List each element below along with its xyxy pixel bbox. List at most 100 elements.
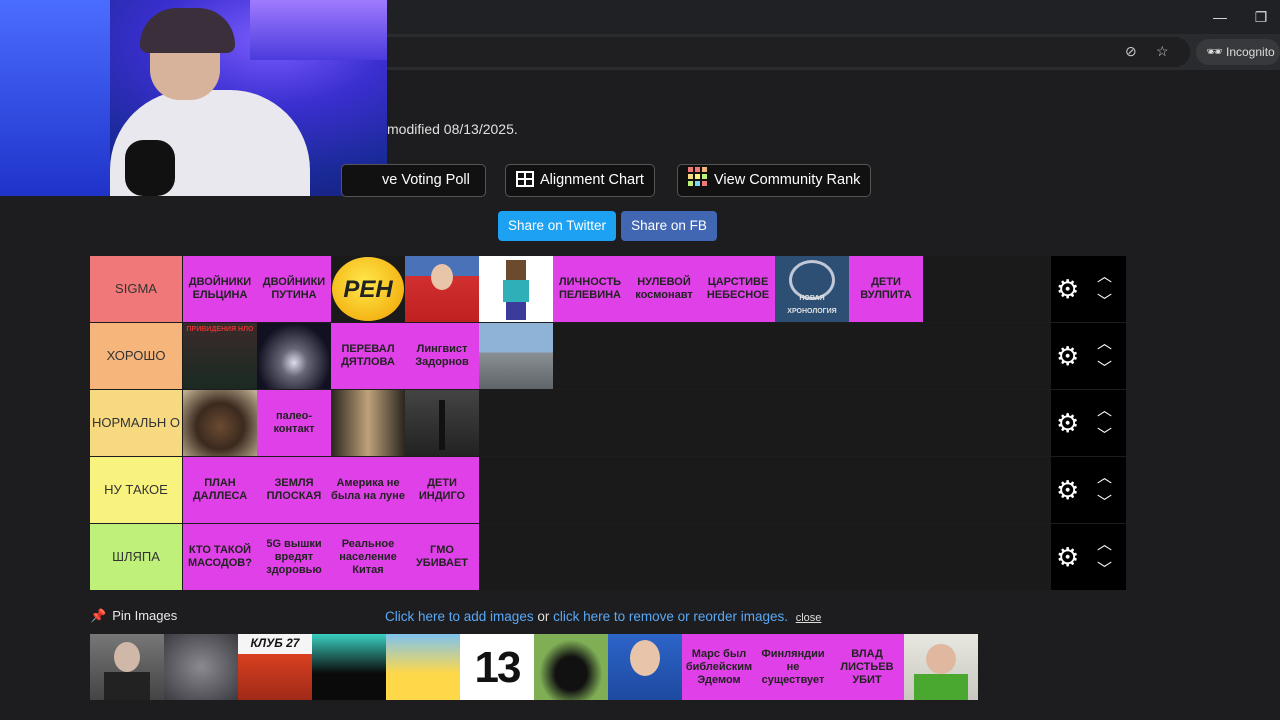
tier-item[interactable]: Америка не была на луне bbox=[331, 457, 405, 523]
tier-item[interactable]: КТО ТАКОЙ МАСОДОВ? bbox=[183, 524, 257, 590]
pin-images-label: Pin Images bbox=[112, 608, 178, 623]
pool-item[interactable]: Марс был библейским Эдемом bbox=[682, 634, 756, 700]
chevron-down-icon[interactable]: ﹀ bbox=[1097, 424, 1112, 445]
pool-item-men-in-black[interactable] bbox=[312, 634, 386, 700]
community-rank-button[interactable]: View Community Rank bbox=[677, 164, 872, 199]
chevron-up-icon[interactable]: ︿ bbox=[1097, 399, 1112, 420]
chernobyl-plant-image[interactable] bbox=[479, 323, 553, 389]
tier-items: палео-контакт bbox=[183, 390, 479, 456]
chevron-up-icon[interactable]: ︿ bbox=[1097, 466, 1112, 487]
tier-label[interactable]: ШЛЯПА bbox=[90, 524, 182, 590]
tier-label[interactable]: ХОРОШО bbox=[90, 323, 182, 389]
tier-item[interactable]: Лингвист Задорнов bbox=[405, 323, 479, 389]
werewolf-image[interactable] bbox=[183, 390, 257, 456]
tier-label[interactable]: НУ ТАКОЕ bbox=[90, 457, 182, 523]
modified-date: modified 08/13/2025. bbox=[387, 121, 518, 137]
tier-item[interactable]: ДЕТИ ИНДИГО bbox=[405, 457, 479, 523]
pool-item-alien-mummy[interactable] bbox=[164, 634, 238, 700]
chevron-up-icon[interactable]: ︿ bbox=[1097, 332, 1112, 353]
gear-icon[interactable]: ⚙ bbox=[1056, 343, 1079, 369]
chevron-down-icon[interactable]: ﹀ bbox=[1097, 558, 1112, 579]
pool-item-number-13[interactable]: 13 bbox=[460, 634, 534, 700]
pin-images-toggle[interactable]: 📌 Pin Images bbox=[90, 608, 177, 624]
tier-controls: ⚙ ︿ ﹀ bbox=[1051, 323, 1126, 389]
close-link[interactable]: close bbox=[796, 612, 822, 624]
chevron-down-icon[interactable]: ﹀ bbox=[1097, 290, 1112, 311]
pool-item[interactable]: ВЛАД ЛИСТЬЕВ УБИТ bbox=[830, 634, 904, 700]
voting-poll-button[interactable]: ve Voting Poll bbox=[341, 164, 486, 197]
pool-item-simpsons[interactable] bbox=[386, 634, 460, 700]
pool-item-man-green-jacket[interactable] bbox=[904, 634, 978, 700]
pool-links: Click here to add images or click here t… bbox=[385, 609, 821, 624]
incognito-label: Incognito bbox=[1226, 45, 1275, 59]
gear-icon[interactable]: ⚙ bbox=[1056, 276, 1079, 302]
tier-items: КТО ТАКОЙ МАСОДОВ? 5G вышки вредят здоро… bbox=[183, 524, 479, 590]
photo-man-red-jacket[interactable] bbox=[405, 256, 479, 322]
tier-items: ПРИВИДЕНИЯ НЛО ПЕРЕВАЛ ДЯТЛОВА Лингвист … bbox=[183, 323, 553, 389]
tier-item[interactable]: ПЛАН ДАЛЛЕСА bbox=[183, 457, 257, 523]
tier-item[interactable]: 5G вышки вредят здоровью bbox=[257, 524, 331, 590]
webcam-overlay bbox=[0, 0, 387, 196]
tier-row-shlyapa: ШЛЯПА КТО ТАКОЙ МАСОДОВ? 5G вышки вредят… bbox=[90, 524, 1126, 590]
tier-controls: ⚙ ︿ ﹀ bbox=[1051, 256, 1126, 322]
webcam-light bbox=[250, 0, 387, 60]
tier-item[interactable]: ЛИЧНОСТЬ ПЕЛЕВИНА bbox=[553, 256, 627, 322]
tier-row-sigma: SIGMA ДВОЙНИКИ ЕЛЬЦИНА ДВОЙНИКИ ПУТИНА Р… bbox=[90, 256, 1126, 322]
voting-poll-label: ve Voting Poll bbox=[382, 172, 470, 188]
tier-item[interactable]: ДВОЙНИКИ ПУТИНА bbox=[257, 256, 331, 322]
pool-item-black-cat[interactable] bbox=[534, 634, 608, 700]
grid-icon bbox=[516, 168, 534, 199]
tier-label[interactable]: SIGMA bbox=[90, 256, 182, 322]
tier-item[interactable]: ПЕРЕВАЛ ДЯТЛОВА bbox=[331, 323, 405, 389]
tier-item[interactable]: ЦАРСТИВЕ НЕБЕСНОЕ bbox=[701, 256, 775, 322]
tier-item[interactable]: ЗЕМЛЯ ПЛОСКАЯ bbox=[257, 457, 331, 523]
tier-controls: ⚙ ︿ ﹀ bbox=[1051, 524, 1126, 590]
community-rank-label: View Community Rank bbox=[714, 172, 861, 188]
ghosts-ufo-image[interactable]: ПРИВИДЕНИЯ НЛО bbox=[183, 323, 257, 389]
book-cover-new-chronology[interactable]: НОВАЯ ХРОНОЛОГИЯ bbox=[775, 256, 849, 322]
image-pool: КЛУБ 27 13 Марс был библейским Эдемом Фи… bbox=[90, 634, 978, 700]
ufo-beam-image[interactable] bbox=[257, 323, 331, 389]
gear-icon[interactable]: ⚙ bbox=[1056, 410, 1079, 436]
chevron-up-icon[interactable]: ︿ bbox=[1097, 533, 1112, 554]
tier-label[interactable]: НОРМАЛЬН О bbox=[90, 390, 182, 456]
webcam-background bbox=[0, 0, 110, 196]
chevron-down-icon[interactable]: ﹀ bbox=[1097, 357, 1112, 378]
pool-item[interactable]: Финляндии не существует bbox=[756, 634, 830, 700]
incognito-icon: 🕶 bbox=[1206, 44, 1223, 59]
michael-jackson-image[interactable] bbox=[331, 390, 405, 456]
tier-item[interactable]: НУЛЕВОЙ космонавт bbox=[627, 256, 701, 322]
rank-grid-icon bbox=[688, 167, 708, 199]
minimize-icon[interactable]: — bbox=[1210, 8, 1230, 26]
ren-tv-logo[interactable]: РЕН bbox=[331, 256, 405, 322]
chevron-down-icon[interactable]: ﹀ bbox=[1097, 491, 1112, 512]
incognito-badge[interactable]: 🕶 Incognito bbox=[1196, 39, 1280, 65]
add-images-link[interactable]: Click here to add images bbox=[385, 609, 534, 624]
microphone-icon bbox=[125, 140, 175, 196]
address-bar[interactable] bbox=[300, 37, 1190, 67]
tier-item[interactable]: ДЕТИ ВУЛПИТА bbox=[849, 256, 923, 322]
tier-controls: ⚙ ︿ ﹀ bbox=[1051, 457, 1126, 523]
gear-icon[interactable]: ⚙ bbox=[1056, 544, 1079, 570]
share-twitter-button[interactable]: Share on Twitter bbox=[498, 211, 616, 241]
eye-off-icon[interactable]: ⊘ bbox=[1125, 43, 1137, 60]
slenderman-forest-image[interactable] bbox=[405, 390, 479, 456]
remove-images-link[interactable]: click here to remove or reorder images. bbox=[553, 609, 788, 624]
pool-item-portrait[interactable] bbox=[90, 634, 164, 700]
pool-item-club-27[interactable]: КЛУБ 27 bbox=[238, 634, 312, 700]
restore-icon[interactable]: ❐ bbox=[1251, 8, 1271, 26]
tier-row-horosho: ХОРОШО ПРИВИДЕНИЯ НЛО ПЕРЕВАЛ ДЯТЛОВА Ли… bbox=[90, 323, 1126, 389]
alignment-chart-button[interactable]: Alignment Chart bbox=[505, 164, 655, 197]
share-fb-button[interactable]: Share on FB bbox=[621, 211, 717, 241]
chevron-up-icon[interactable]: ︿ bbox=[1097, 265, 1112, 286]
star-icon[interactable]: ☆ bbox=[1156, 43, 1169, 60]
minecraft-herobrine-image[interactable] bbox=[479, 256, 553, 322]
tier-item[interactable]: Реальное население Китая bbox=[331, 524, 405, 590]
pool-item-zuckerberg[interactable] bbox=[608, 634, 682, 700]
tier-item[interactable]: ДВОЙНИКИ ЕЛЬЦИНА bbox=[183, 256, 257, 322]
alignment-chart-label: Alignment Chart bbox=[540, 172, 644, 188]
tier-item[interactable]: ГМО УБИВАЕТ bbox=[405, 524, 479, 590]
tier-item[interactable]: палео-контакт bbox=[257, 390, 331, 456]
tier-row-normalno: НОРМАЛЬН О палео-контакт ⚙ ︿ ﹀ bbox=[90, 390, 1126, 456]
gear-icon[interactable]: ⚙ bbox=[1056, 477, 1079, 503]
